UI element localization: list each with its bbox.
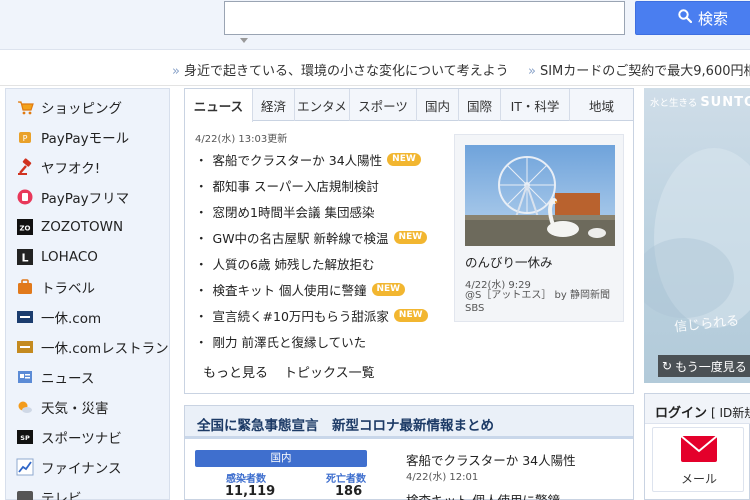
- sidebar-item-ikyu[interactable]: 一休.com: [16, 306, 101, 328]
- covid-news-date: 4/22(水) 12:01: [406, 472, 479, 483]
- chevron-right-icon: »: [172, 64, 180, 79]
- news-tabs: ニュース 経済 エンタメ スポーツ 国内 国際 IT・科学 地域: [185, 89, 633, 122]
- ad-water-graphic: [644, 148, 750, 328]
- ikyu-restaurant-icon: [16, 338, 34, 356]
- login-header: ログイン [ ID新規: [645, 394, 750, 424]
- headline-link[interactable]: ・剛力 前澤氏と復縁していた: [195, 332, 366, 350]
- shopping-cart-icon: [16, 98, 34, 116]
- sidebar-item-zozotown[interactable]: ZO ZOZOTOWN: [16, 216, 123, 238]
- sidebar-item-shopping[interactable]: ショッピング: [16, 96, 122, 118]
- search-assist-caret-icon[interactable]: [240, 38, 248, 43]
- zozotown-icon: ZO: [16, 218, 34, 236]
- mail-button[interactable]: メール: [652, 427, 744, 492]
- domestic-tab[interactable]: 国内: [195, 450, 367, 467]
- sidebar-item-tv[interactable]: テレビ: [16, 486, 82, 500]
- tab-entertainment[interactable]: エンタメ: [295, 89, 350, 121]
- deaths-label: 死亡者数: [326, 474, 366, 485]
- news-updated-time: 4/22(水) 13:03更新: [195, 134, 288, 145]
- replay-button[interactable]: ↻ もう一度見る: [658, 355, 750, 377]
- tv-icon: [16, 488, 34, 500]
- new-badge: NEW: [371, 282, 406, 296]
- headline-link[interactable]: ・客船でクラスターか 34人陽性 NEW: [195, 150, 421, 168]
- replay-icon: ↻: [662, 359, 673, 373]
- covid-info-panel: 全国に緊急事態宣言 新型コロナ最新情報まとめ 国内 感染者数 11,119 死亡…: [184, 405, 634, 500]
- photo-news-card[interactable]: のんびり一休み 4/22(水) 9:29 @S［アットエス］ by 静岡新聞SB…: [454, 134, 624, 322]
- search-button-label: 検索: [698, 9, 729, 28]
- infected-label: 感染者数: [226, 474, 266, 485]
- finance-chart-icon: [16, 458, 34, 476]
- sidebar-item-auction[interactable]: ヤフオク!: [16, 156, 100, 178]
- headline-link[interactable]: ・ GW中の名古屋駅 新幹線で検温 NEW: [195, 228, 428, 246]
- weather-icon: [16, 398, 34, 416]
- chevron-right-icon: »: [528, 64, 536, 79]
- mail-icon: [680, 435, 718, 466]
- tab-it-science[interactable]: IT・科学: [501, 89, 570, 121]
- covid-news-link[interactable]: 客船でクラスターか 34人陽性: [406, 450, 576, 469]
- sidebar-item-paypay-mall[interactable]: P PayPayモール: [16, 126, 129, 148]
- search-header: 検索: [0, 0, 750, 50]
- infected-count: 11,119: [225, 484, 276, 499]
- svg-text:P: P: [23, 134, 28, 143]
- auction-gavel-icon: [16, 158, 34, 176]
- more-news-link[interactable]: もっと見る: [203, 362, 268, 381]
- ad-brand: 水と生きるSUNTO: [650, 95, 750, 110]
- login-panel: ログイン [ ID新規 メール: [644, 393, 750, 500]
- photo-source: @S［アットエス］ by 静岡新聞SBS: [465, 290, 610, 314]
- search-button[interactable]: 検索: [635, 1, 750, 35]
- new-badge: NEW: [393, 308, 428, 322]
- sidebar-item-ikyu-restaurant[interactable]: 一休.comレストラン: [16, 336, 169, 358]
- covid-title[interactable]: 全国に緊急事態宣言 新型コロナ最新情報まとめ: [185, 406, 633, 439]
- covid-news-link[interactable]: 検査キット 個人使用に警鐘: [406, 490, 560, 500]
- ikyu-icon: [16, 308, 34, 326]
- photo-title[interactable]: のんびり一休み: [465, 252, 553, 271]
- id-register-link[interactable]: [ ID新規: [711, 406, 750, 420]
- headline-link[interactable]: ・窓閉め1時間半会議 集団感染: [195, 202, 374, 220]
- headline-link[interactable]: ・人質の6歳 姉残した解放拒む: [195, 254, 374, 272]
- sidebar-item-sportsnavi[interactable]: SP スポーツナビ: [16, 426, 122, 448]
- sidebar-item-news[interactable]: ニュース: [16, 366, 94, 388]
- news-icon: [16, 368, 34, 386]
- sidebar-item-weather[interactable]: 天気・災害: [16, 396, 109, 418]
- promo-link-sim[interactable]: » SIMカードのご契約で最大9,600円相: [528, 60, 750, 79]
- search-input[interactable]: [224, 1, 625, 35]
- tab-local[interactable]: 地域: [570, 89, 633, 121]
- service-sidebar: ショッピング P PayPayモール ヤフオク! PayPayフリマ ZO ZO…: [5, 88, 170, 500]
- tab-news[interactable]: ニュース: [185, 89, 253, 122]
- svg-text:SP: SP: [20, 434, 30, 442]
- paypay-mall-icon: P: [16, 128, 34, 146]
- sidebar-item-flea-market[interactable]: PayPayフリマ: [16, 186, 129, 208]
- promo-ticker: » 身近で起きている、環境の小さな変化について考えよう » SIMカードのご契約で最…: [0, 50, 750, 86]
- new-badge: NEW: [393, 230, 428, 244]
- new-badge: NEW: [387, 152, 421, 166]
- suntory-ad-banner[interactable]: 水と生きるSUNTO 信じられる ↻もう一度見る: [644, 88, 750, 383]
- mail-label: メール: [680, 472, 717, 486]
- headline-link[interactable]: ・検査キット 個人使用に警鐘 NEW: [195, 280, 406, 298]
- lohaco-icon: L: [16, 248, 34, 266]
- suitcase-icon: [16, 278, 34, 296]
- svg-text:ZO: ZO: [19, 225, 30, 233]
- topics-list-link[interactable]: トピックス一覧: [284, 362, 375, 381]
- headline-link[interactable]: ・宣言続く#10万円もらう甜派家 NEW: [195, 306, 428, 324]
- sidebar-item-travel[interactable]: トラベル: [16, 276, 95, 298]
- tab-domestic[interactable]: 国内: [417, 89, 459, 121]
- headline-link[interactable]: ・都知事 スーパー入店規制検討: [195, 176, 379, 194]
- deaths-count: 186: [335, 484, 363, 499]
- tab-economy[interactable]: 経済: [253, 89, 295, 121]
- search-icon: [678, 9, 693, 27]
- tab-world[interactable]: 国際: [459, 89, 501, 121]
- news-panel: ニュース 経済 エンタメ スポーツ 国内 国際 IT・科学 地域 4/22(水)…: [184, 88, 634, 394]
- flea-market-icon: [16, 188, 34, 206]
- svg-text:L: L: [21, 252, 28, 265]
- sidebar-item-lohaco[interactable]: L LOHACO: [16, 246, 98, 268]
- promo-link-environment[interactable]: » 身近で起きている、環境の小さな変化について考えよう: [172, 60, 509, 79]
- ferris-wheel-swan-photo[interactable]: [465, 145, 615, 246]
- sidebar-item-finance[interactable]: ファイナンス: [16, 456, 121, 478]
- tab-sports[interactable]: スポーツ: [350, 89, 417, 121]
- sportsnavi-icon: SP: [16, 428, 34, 446]
- yahoo-top-page: 検索 » 身近で起きている、環境の小さな変化について考えよう » SIMカードのご契…: [0, 0, 750, 500]
- login-link[interactable]: ログイン: [655, 406, 707, 421]
